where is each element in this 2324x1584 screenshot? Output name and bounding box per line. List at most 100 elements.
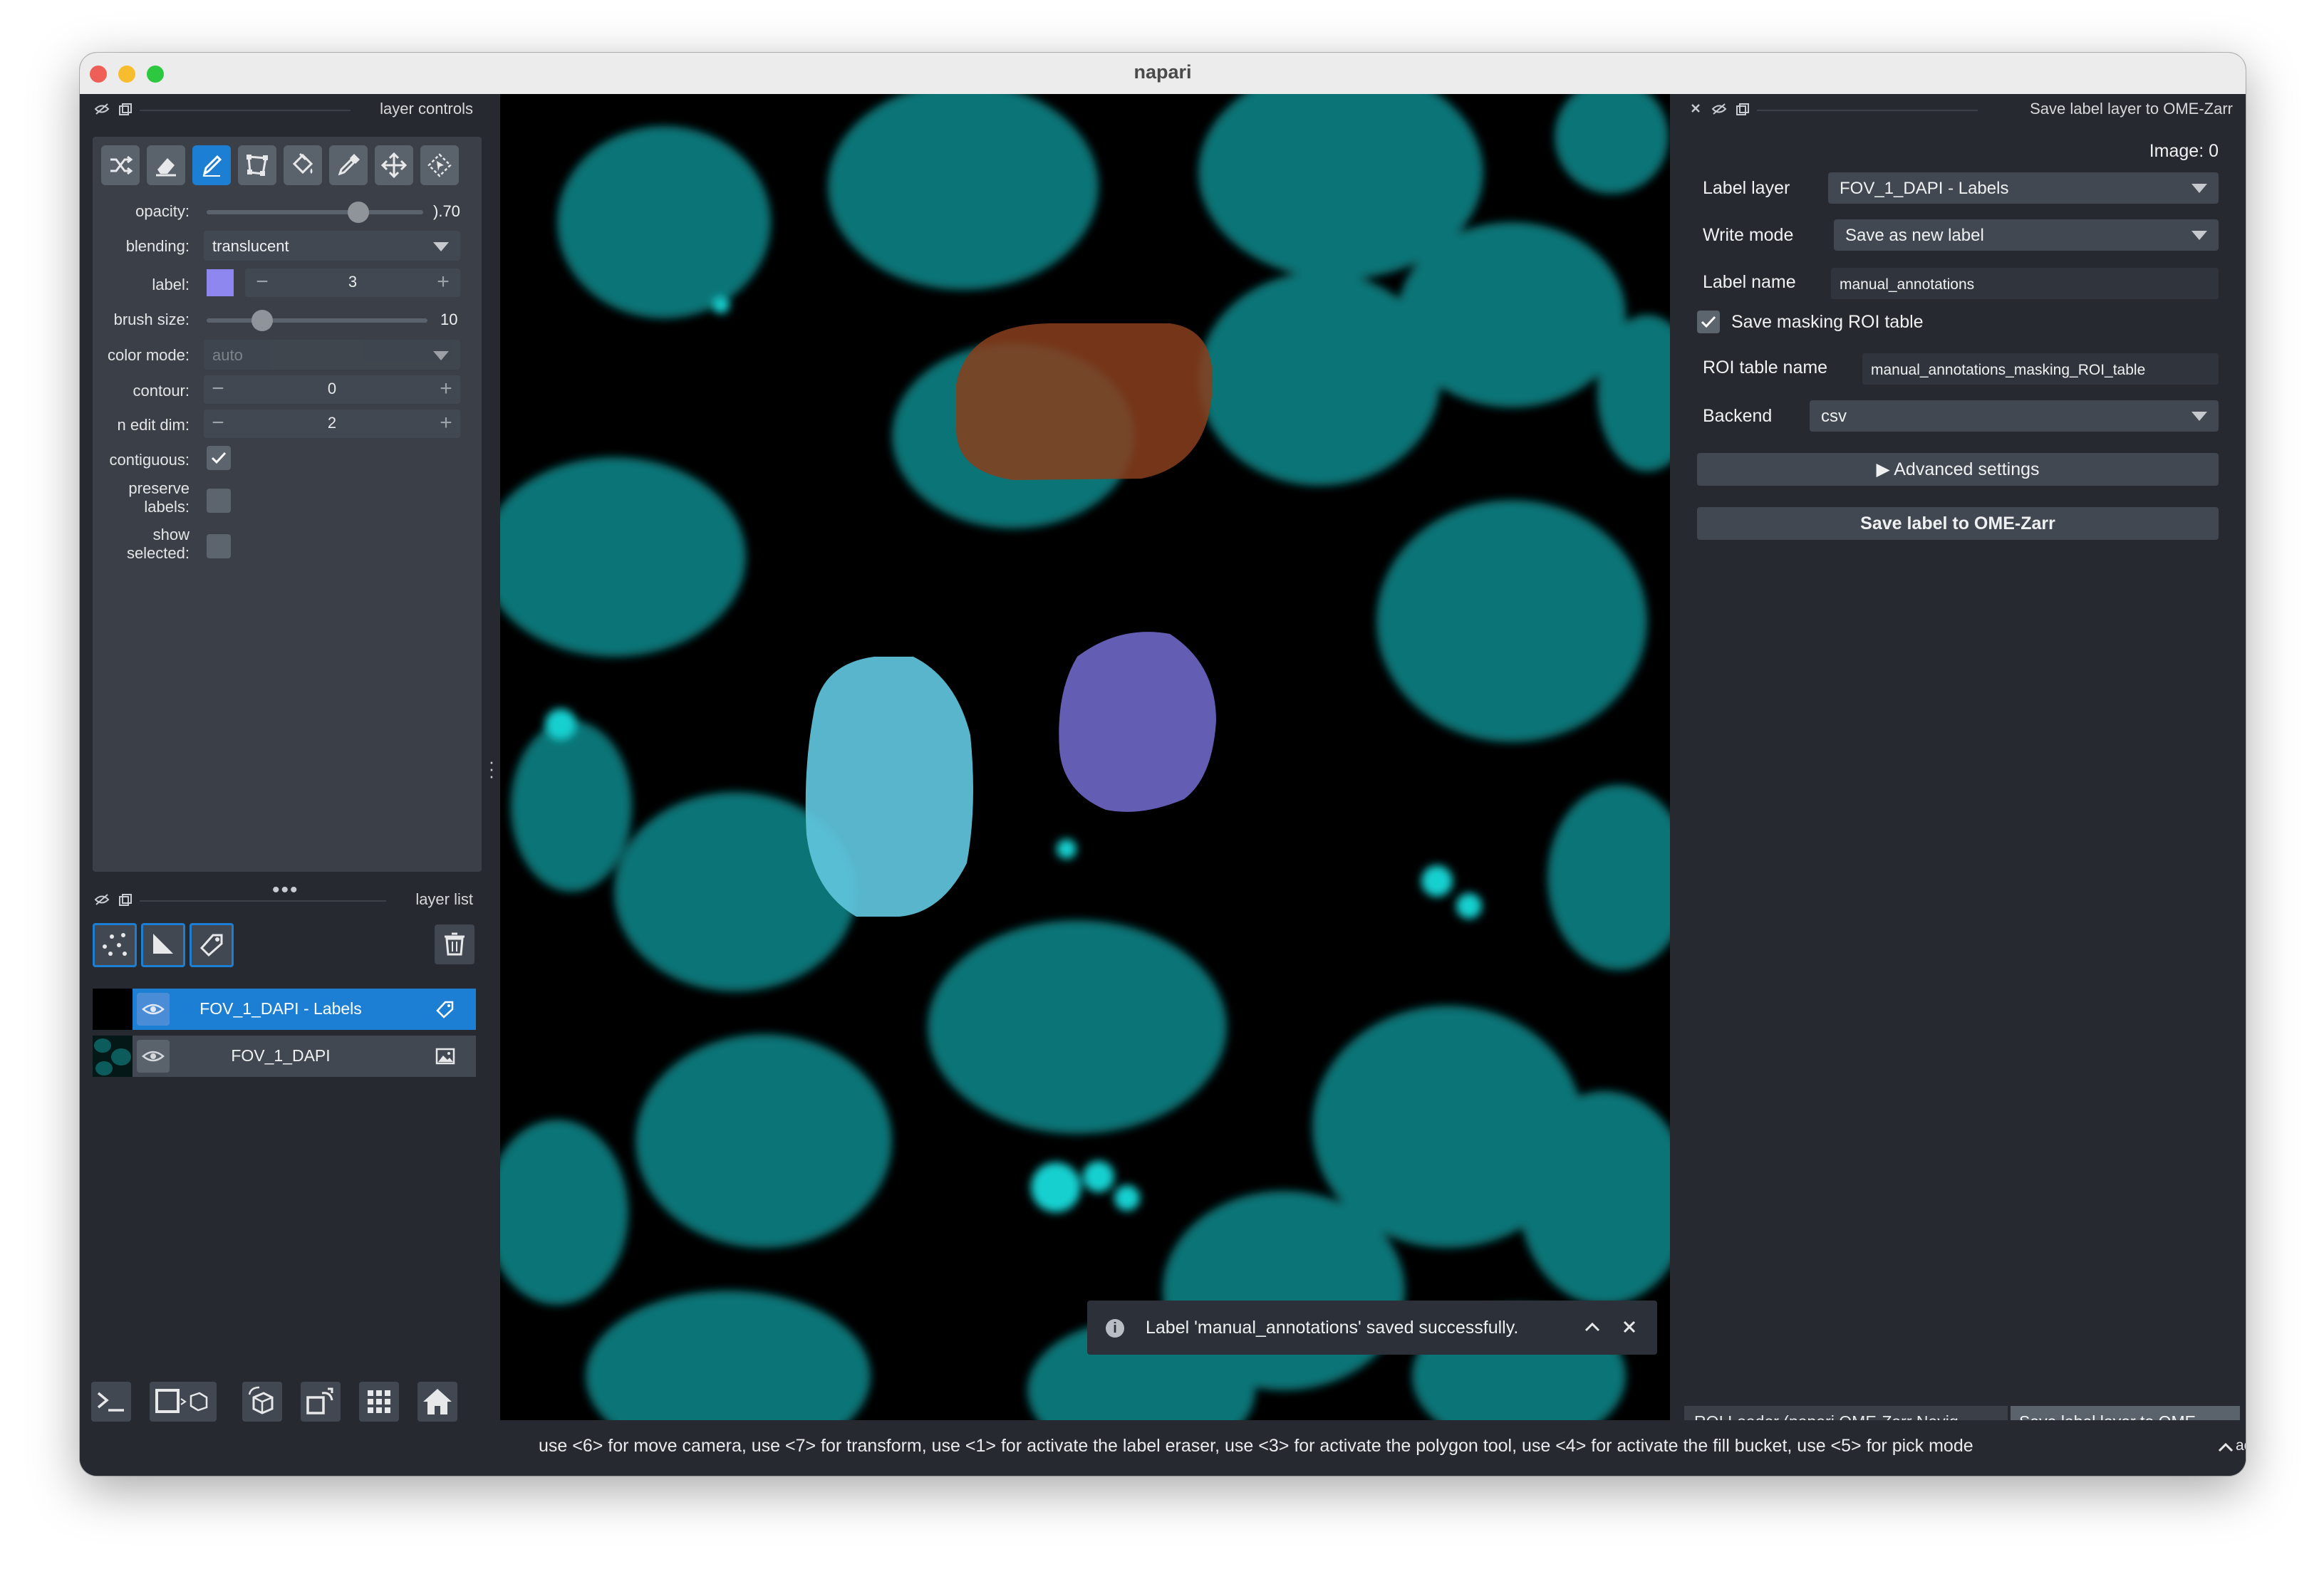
close-icon[interactable] bbox=[1619, 1316, 1640, 1341]
n-edit-dim-spinbox[interactable]: − 2 + bbox=[204, 410, 460, 438]
plugin-header: Save label layer to OME-Zarr bbox=[2030, 100, 2233, 118]
checkmark-icon bbox=[1701, 316, 1716, 328]
float-toggle-icon[interactable] bbox=[94, 893, 110, 910]
move-camera-icon bbox=[381, 152, 407, 178]
checkmark-icon bbox=[211, 452, 227, 464]
image-canvas[interactable]: i Label 'manual_annotations' saved succe… bbox=[500, 94, 1670, 1420]
pan-zoom-button[interactable] bbox=[375, 145, 413, 185]
activity-button[interactable]: activity bbox=[2236, 1437, 2246, 1454]
brush-size-slider[interactable] bbox=[207, 318, 427, 323]
layer-thumbnail bbox=[93, 989, 133, 1030]
image-index-label: Image: 0 bbox=[2149, 141, 2219, 161]
save-label-button[interactable]: Save label to OME-Zarr bbox=[1697, 507, 2219, 540]
visibility-toggle[interactable] bbox=[137, 1040, 170, 1073]
chevron-down-icon bbox=[433, 351, 449, 360]
undock-icon[interactable] bbox=[1736, 103, 1750, 120]
ndisplay-toggle-icon bbox=[155, 1389, 208, 1413]
transform-button[interactable] bbox=[420, 145, 459, 185]
console-icon bbox=[97, 1392, 124, 1412]
fill-tool-button[interactable] bbox=[284, 145, 322, 185]
new-points-icon bbox=[103, 933, 127, 956]
layer-row-image[interactable]: FOV_1_DAPI bbox=[93, 1036, 476, 1077]
label-tag-icon bbox=[435, 999, 456, 1023]
layer-row-labels[interactable]: FOV_1_DAPI - Labels bbox=[93, 989, 476, 1030]
layer-controls-header: layer controls bbox=[380, 100, 473, 118]
contour-spinbox[interactable]: − 0 + bbox=[204, 375, 460, 404]
header-divider bbox=[140, 110, 351, 111]
contiguous-checkbox[interactable] bbox=[207, 446, 231, 470]
label-region-orange bbox=[956, 323, 1213, 480]
label-region-purple bbox=[1059, 632, 1216, 812]
show-selected-checkbox[interactable] bbox=[207, 534, 231, 558]
layer-name[interactable]: FOV_1_DAPI - Labels bbox=[174, 999, 388, 1018]
label-spinbox[interactable]: − 3 + bbox=[245, 269, 460, 297]
chevron-up-icon bbox=[2217, 1440, 2234, 1458]
layer-name[interactable]: FOV_1_DAPI bbox=[174, 1046, 388, 1065]
visibility-toggle[interactable] bbox=[137, 993, 170, 1026]
float-toggle-icon[interactable] bbox=[1711, 103, 1727, 119]
new-shapes-icon bbox=[153, 934, 173, 954]
roi-table-name-input[interactable]: manual_annotations_masking_ROI_table bbox=[1862, 353, 2219, 385]
color-picker-icon bbox=[338, 154, 360, 176]
close-icon[interactable] bbox=[1688, 101, 1703, 119]
label-layer-label: Label layer bbox=[1703, 178, 1790, 198]
label-layer-dropdown[interactable]: FOV_1_DAPI - Labels bbox=[1828, 172, 2219, 204]
console-button[interactable] bbox=[91, 1382, 131, 1422]
splitter-handle-icon[interactable]: ••• bbox=[272, 880, 299, 901]
new-shapes-layer-button[interactable] bbox=[141, 923, 185, 967]
backend-dropdown[interactable]: csv bbox=[1810, 400, 2219, 432]
notification-toast: i Label 'manual_annotations' saved succe… bbox=[1087, 1301, 1657, 1355]
roll-dims-icon bbox=[248, 1386, 274, 1414]
blending-dropdown[interactable]: translucent bbox=[204, 231, 460, 261]
polygon-tool-button[interactable] bbox=[238, 145, 276, 185]
preserve-labels-label-line2: labels: bbox=[144, 498, 190, 516]
new-labels-icon bbox=[199, 934, 223, 957]
preserve-labels-checkbox[interactable] bbox=[207, 489, 231, 513]
transpose-icon bbox=[306, 1387, 333, 1414]
notification-text: Label 'manual_annotations' saved success… bbox=[1146, 1318, 1519, 1338]
opacity-slider[interactable] bbox=[207, 210, 423, 214]
save-masking-checkbox[interactable] bbox=[1697, 311, 1720, 333]
write-mode-dropdown[interactable]: Save as new label bbox=[1834, 219, 2219, 251]
opacity-slider-handle[interactable] bbox=[347, 202, 369, 223]
contour-value: 0 bbox=[327, 380, 337, 397]
left-dock: layer controls opacity:).70 blending: t… bbox=[80, 94, 500, 1476]
save-masking-label[interactable]: Save masking ROI table bbox=[1731, 312, 1924, 333]
float-toggle-icon[interactable] bbox=[94, 103, 110, 119]
shuffle-icon bbox=[110, 155, 133, 175]
increment-icon[interactable]: + bbox=[432, 375, 460, 404]
window-title: napari bbox=[1134, 61, 1192, 83]
home-button[interactable] bbox=[417, 1382, 457, 1422]
chevron-up-icon[interactable] bbox=[1582, 1316, 1603, 1341]
splitter-handle-icon[interactable]: ··· bbox=[487, 752, 496, 785]
decrement-icon[interactable]: − bbox=[204, 410, 232, 438]
shuffle-colors-button[interactable] bbox=[101, 145, 140, 185]
label-name-label: Label name bbox=[1703, 272, 1796, 292]
grid-view-button[interactable] bbox=[359, 1382, 399, 1422]
color-mode-dropdown[interactable]: auto bbox=[204, 340, 460, 370]
increment-icon[interactable]: + bbox=[429, 269, 457, 297]
advanced-settings-button[interactable]: ▶ Advanced settings bbox=[1697, 453, 2219, 486]
transpose-button[interactable] bbox=[301, 1382, 341, 1422]
erase-tool-button[interactable] bbox=[147, 145, 185, 185]
paint-tool-button[interactable] bbox=[192, 145, 231, 185]
layer-controls-panel: opacity: ).70 blending: translucent labe… bbox=[93, 137, 482, 872]
trash-icon bbox=[445, 932, 465, 956]
undock-icon[interactable] bbox=[118, 893, 133, 911]
decrement-icon[interactable]: − bbox=[248, 269, 276, 297]
label-label: label: bbox=[152, 276, 190, 293]
brush-size-value: 10 bbox=[440, 311, 458, 328]
brush-size-slider-handle[interactable] bbox=[251, 310, 273, 331]
new-labels-layer-button[interactable] bbox=[190, 923, 234, 967]
opacity-value: ).70 bbox=[433, 202, 460, 220]
label-name-input[interactable]: manual_annotations bbox=[1831, 268, 2219, 299]
increment-icon[interactable]: + bbox=[432, 410, 460, 438]
delete-layer-button[interactable] bbox=[435, 924, 474, 964]
pick-tool-button[interactable] bbox=[329, 145, 368, 185]
blending-value: translucent bbox=[212, 237, 289, 255]
decrement-icon[interactable]: − bbox=[204, 375, 232, 404]
ndisplay-toggle-button[interactable] bbox=[150, 1382, 217, 1422]
new-points-layer-button[interactable] bbox=[93, 923, 137, 967]
roll-dims-button[interactable] bbox=[242, 1382, 282, 1422]
undock-icon[interactable] bbox=[118, 103, 133, 120]
